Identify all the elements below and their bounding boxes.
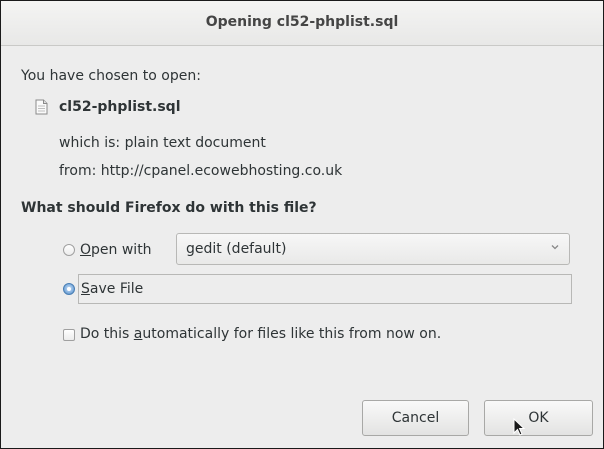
file-source: from: http://cpanel.ecowebhosting.co.uk	[59, 163, 343, 179]
intro-text: You have chosen to open:	[21, 68, 201, 84]
save-file-label: Save File	[81, 281, 144, 297]
dialog-title: Opening cl52-phplist.sql	[1, 1, 603, 46]
save-file-radio[interactable]	[63, 283, 75, 295]
cancel-button[interactable]: Cancel	[362, 400, 469, 436]
dialog-body: You have chosen to open: cl52-phplist.sq…	[1, 46, 603, 448]
mouse-cursor-icon	[513, 418, 526, 436]
open-with-radio[interactable]	[63, 244, 75, 256]
open-with-label[interactable]: Open with	[80, 242, 152, 258]
application-select[interactable]: gedit (default)	[176, 233, 570, 265]
document-icon	[35, 99, 48, 115]
file-type: which is: plain text document	[59, 135, 266, 151]
ok-button[interactable]: OK	[484, 400, 593, 436]
auto-checkbox-label[interactable]: Do this automatically for files like thi…	[80, 326, 441, 342]
auto-checkbox[interactable]	[63, 329, 75, 341]
application-select-value: gedit (default)	[186, 241, 287, 257]
chevron-down-icon	[551, 245, 559, 250]
download-dialog: Opening cl52-phplist.sql You have chosen…	[0, 0, 604, 449]
question-heading: What should Firefox do with this file?	[21, 200, 317, 216]
save-file-option[interactable]: Save File	[78, 274, 572, 304]
file-name: cl52-phplist.sql	[59, 99, 181, 115]
